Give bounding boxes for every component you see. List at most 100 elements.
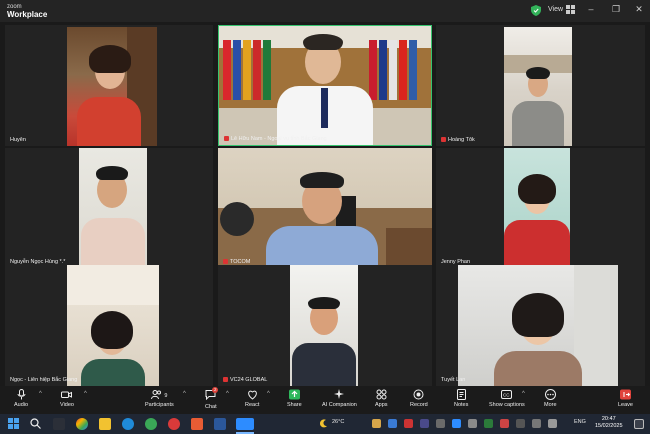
file-explorer-icon[interactable] [99, 418, 111, 430]
svg-text:CC: CC [503, 393, 510, 398]
more-label: More [544, 402, 557, 408]
captions-button[interactable]: CC Show captions [489, 389, 525, 408]
leave-button[interactable]: Leave [618, 389, 633, 408]
participant-tile[interactable]: VC24 GLOBAL [218, 265, 432, 386]
participant-video [504, 148, 570, 268]
audio-label: Audio [14, 402, 29, 408]
participants-button[interactable]: 9 Participants [145, 389, 174, 408]
apps-button[interactable]: Apps [375, 389, 388, 408]
mic-muted-icon [223, 377, 228, 383]
view-button[interactable]: View [548, 5, 576, 14]
video-options-caret[interactable]: ^ [84, 391, 87, 397]
sparkle-icon [333, 389, 344, 399]
zoom-taskbar-icon[interactable] [236, 418, 254, 430]
audio-options-caret[interactable]: ^ [39, 391, 42, 397]
record-button[interactable]: Record [410, 389, 428, 408]
tray-icon[interactable] [532, 419, 541, 428]
search-icon[interactable] [30, 418, 41, 429]
tray-icon[interactable] [516, 419, 525, 428]
task-view-icon[interactable] [53, 418, 65, 430]
participant-tile[interactable]: Jenny Phan [436, 148, 645, 268]
tray-icon[interactable] [420, 419, 429, 428]
grid-icon [566, 5, 576, 14]
video-gallery: Huyên Lê Hữu Nam - Ngoại vụ tỉnh Bắc Gia… [0, 22, 650, 386]
weather-temp: 26°C [332, 419, 345, 425]
minimize-icon[interactable]: – [585, 4, 597, 14]
tray-icon[interactable] [452, 419, 461, 428]
participant-tile[interactable]: Huyên [5, 25, 213, 146]
view-label: View [548, 6, 564, 13]
meeting-toolbar: Audio ^ Video ^ 9 Participants ^ 2 Chat … [0, 386, 650, 414]
chat-label: Chat [205, 404, 217, 410]
zoom-window: zoom Workplace View – ❐ ✕ Huyên Lê Hữu N… [0, 0, 650, 434]
participant-name: Lê Hữu Nam - Ngoại vụ tỉnh Bắc Giang [224, 136, 327, 142]
leave-label: Leave [618, 402, 633, 408]
captions-label: Show captions [489, 402, 525, 408]
participants-options-caret[interactable]: ^ [183, 391, 186, 397]
notes-button[interactable]: Notes [454, 389, 468, 408]
windows-start-icon[interactable] [8, 418, 19, 429]
chat-options-caret[interactable]: ^ [226, 391, 229, 397]
app-logo: zoom Workplace [7, 3, 47, 19]
participant-tile-active[interactable]: Lê Hữu Nam - Ngoại vụ tỉnh Bắc Giang [218, 25, 432, 146]
tray-icon[interactable] [468, 419, 477, 428]
participant-name: Huyên [10, 137, 26, 143]
leave-icon [620, 389, 631, 400]
react-label: React [245, 402, 260, 408]
ai-companion-button[interactable]: AI Companion [322, 389, 357, 408]
audio-button[interactable]: Audio [14, 389, 28, 408]
more-icon [544, 389, 556, 400]
participant-video [79, 148, 147, 268]
shield-icon[interactable] [531, 5, 541, 16]
react-options-caret[interactable]: ^ [267, 391, 270, 397]
word-icon[interactable] [214, 418, 226, 430]
tray-icon[interactable] [388, 419, 397, 428]
more-button[interactable]: More [544, 389, 557, 408]
participants-icon [151, 390, 162, 400]
participant-tile[interactable]: Ngọc - Liên hiệp Bắc Giang [5, 265, 213, 386]
video-button[interactable]: Video [60, 389, 74, 408]
tray-icon[interactable] [548, 419, 557, 428]
participant-name-text: VC24 GLOBAL [230, 377, 268, 383]
share-button[interactable]: Share [287, 389, 302, 408]
weather-icon[interactable] [318, 418, 329, 429]
participant-tile[interactable]: TOCOM [218, 148, 432, 268]
participant-video [67, 27, 157, 146]
captions-options-caret[interactable]: ^ [522, 391, 525, 397]
clock-date: 15/02/2025 [595, 423, 623, 429]
app-icon[interactable] [191, 418, 203, 430]
taskbar-clock[interactable]: 20:47 15/02/2025 [595, 416, 623, 430]
heart-icon [247, 390, 257, 400]
tray-icon[interactable] [436, 419, 445, 428]
tray-icon[interactable] [500, 419, 509, 428]
captions-icon: CC [501, 390, 513, 399]
record-label: Record [410, 402, 428, 408]
tray-icon[interactable] [372, 419, 381, 428]
participants-label: Participants [145, 402, 174, 408]
participant-tile[interactable]: Tuyết Lan [436, 265, 645, 386]
notes-label: Notes [454, 402, 469, 408]
tray-icon[interactable] [404, 419, 413, 428]
restore-icon[interactable]: ❐ [610, 4, 622, 15]
notes-icon [456, 389, 466, 400]
chat-badge: 2 [212, 387, 219, 393]
close-icon[interactable]: ✕ [633, 4, 645, 15]
language-indicator[interactable]: ENG [574, 419, 586, 425]
mic-muted-icon [223, 259, 228, 265]
chrome-icon[interactable] [76, 418, 88, 430]
chat-button[interactable]: 2 Chat [205, 387, 219, 410]
react-button[interactable]: React [245, 389, 259, 408]
participant-tile[interactable]: Hoàng Tôk [436, 25, 645, 146]
tray-icon[interactable] [484, 419, 493, 428]
mic-muted-icon [224, 136, 229, 142]
video-label: Video [60, 402, 74, 408]
edge-icon[interactable] [122, 418, 134, 430]
title-bar: zoom Workplace View – ❐ ✕ [0, 0, 650, 22]
record-icon [413, 389, 424, 400]
notification-icon[interactable] [634, 419, 644, 429]
participant-tile[interactable]: Nguyễn Ngọc Hùng *.* [5, 148, 213, 268]
participant-name: Tuyết Lan [441, 377, 466, 383]
app-icon[interactable] [145, 418, 157, 430]
opera-icon[interactable] [168, 418, 180, 430]
apps-label: Apps [375, 402, 388, 408]
